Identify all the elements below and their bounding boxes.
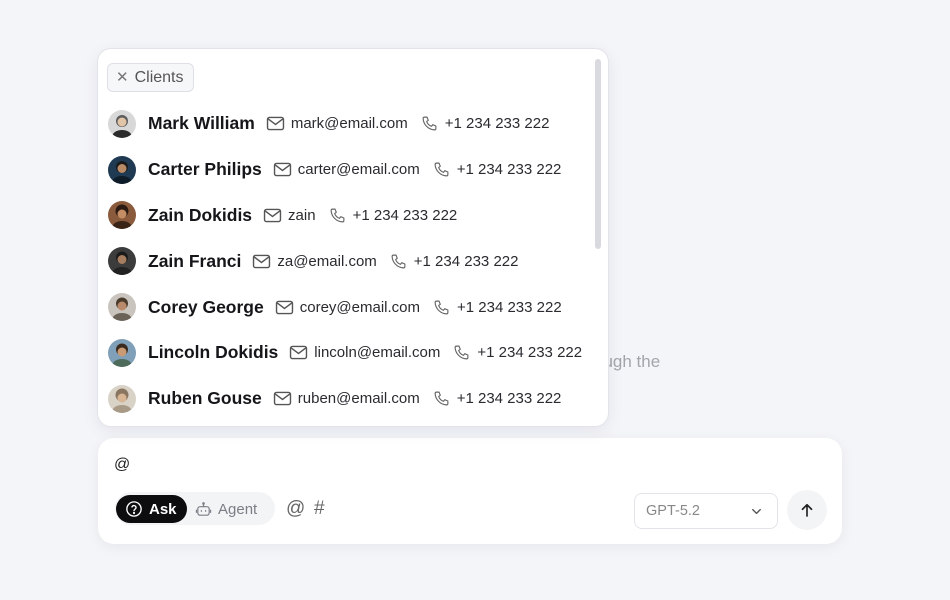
contact-row[interactable]: Mark William mark@email.com +1 234 233 2… [98,101,593,147]
chat-composer: @ Ask Agent @ # GPT-5.2 [98,438,842,544]
phone-icon [434,162,449,177]
mail-icon [263,208,282,223]
mail-icon [290,346,308,360]
phone-icon [454,345,469,360]
mail-icon [266,117,284,131]
contact-row[interactable]: Ruben Gouse ruben@email.com +1 234 233 2… [98,376,593,422]
contact-list: Mark William mark@email.com +1 234 233 2… [98,101,593,422]
phone-icon [422,116,437,131]
phone-icon [330,208,345,223]
contact-phone: +1 234 233 222 [477,344,583,362]
chevron-down-icon [752,508,761,514]
phone-icon [434,300,449,315]
contact-email: za@email.com [277,252,377,270]
mail-icon [273,391,291,406]
robot-icon [195,501,212,516]
agent-mode-button[interactable]: Agent [195,495,257,523]
contact-email: carter@email.com [297,161,420,179]
contact-email: ruben@email.com [297,390,420,408]
scrollbar-thumb[interactable] [595,59,601,249]
contact-phone: +1 234 233 222 [456,390,562,408]
question-circle-icon [126,501,142,517]
avatar [108,338,136,367]
mode-toggle: Ask Agent [115,492,275,525]
hashtag-button[interactable]: # [314,498,325,520]
arrow-up-icon [801,503,813,517]
contact-row[interactable]: Carter Philips carter@email.com +1 234 2… [98,147,593,193]
contact-email: mark@email.com [290,115,408,133]
contact-name: Carter Philips [148,159,262,180]
mention-dropdown: ✕ Clients Mark William mark@email.com +1… [97,48,609,427]
contact-email: lincoln@email.com [314,344,441,362]
contact-row[interactable]: Zain Franci za@email.com +1 234 233 222 [98,238,593,284]
contact-phone: +1 234 233 222 [456,161,562,179]
agent-mode-label: Agent [218,500,258,518]
contact-name: Zain Dokidis [148,204,253,225]
avatar [108,293,136,322]
send-button[interactable] [787,490,827,530]
contact-row[interactable]: Zain Dokidis zain +1 234 233 222 [98,193,593,239]
avatar [108,384,136,413]
ask-mode-label: Ask [149,500,177,518]
prompt-input[interactable]: @ [114,456,130,474]
mail-icon [275,300,293,314]
phone-icon [391,254,406,269]
contact-row[interactable]: Lincoln Dokidis lincoln@email.com +1 234… [98,330,593,376]
mail-icon [273,162,291,177]
contact-name: Zain Franci [148,250,242,271]
contact-phone: +1 234 233 222 [457,298,562,316]
contact-name: Corey George [148,296,264,317]
mail-icon [253,254,271,269]
contact-row[interactable]: Corey George corey@email.com +1 234 233 … [98,284,593,330]
avatar [108,201,136,230]
contact-email: corey@email.com [299,298,420,316]
contact-phone: +1 234 233 222 [413,252,519,270]
filter-chip-label: Clients [134,68,184,86]
avatar [108,247,136,276]
filter-chip-clients[interactable]: ✕ Clients [107,63,195,92]
phone-icon [434,391,449,406]
avatar [108,109,136,138]
close-icon[interactable]: ✕ [116,70,129,85]
contact-name: Mark William [148,113,255,134]
contact-name: Ruben Gouse [148,388,262,409]
model-select-value: GPT-5.2 [646,503,700,519]
mention-button[interactable]: @ [286,498,305,520]
contact-name: Lincoln Dokidis [148,342,279,363]
scrollbar[interactable] [595,59,601,417]
avatar [108,155,136,184]
ask-mode-button[interactable]: Ask [116,495,187,523]
contact-phone: +1 234 233 222 [352,206,458,224]
contact-phone: +1 234 233 222 [444,115,550,133]
contact-email: zain [288,206,316,224]
model-select[interactable]: GPT-5.2 [634,493,778,529]
